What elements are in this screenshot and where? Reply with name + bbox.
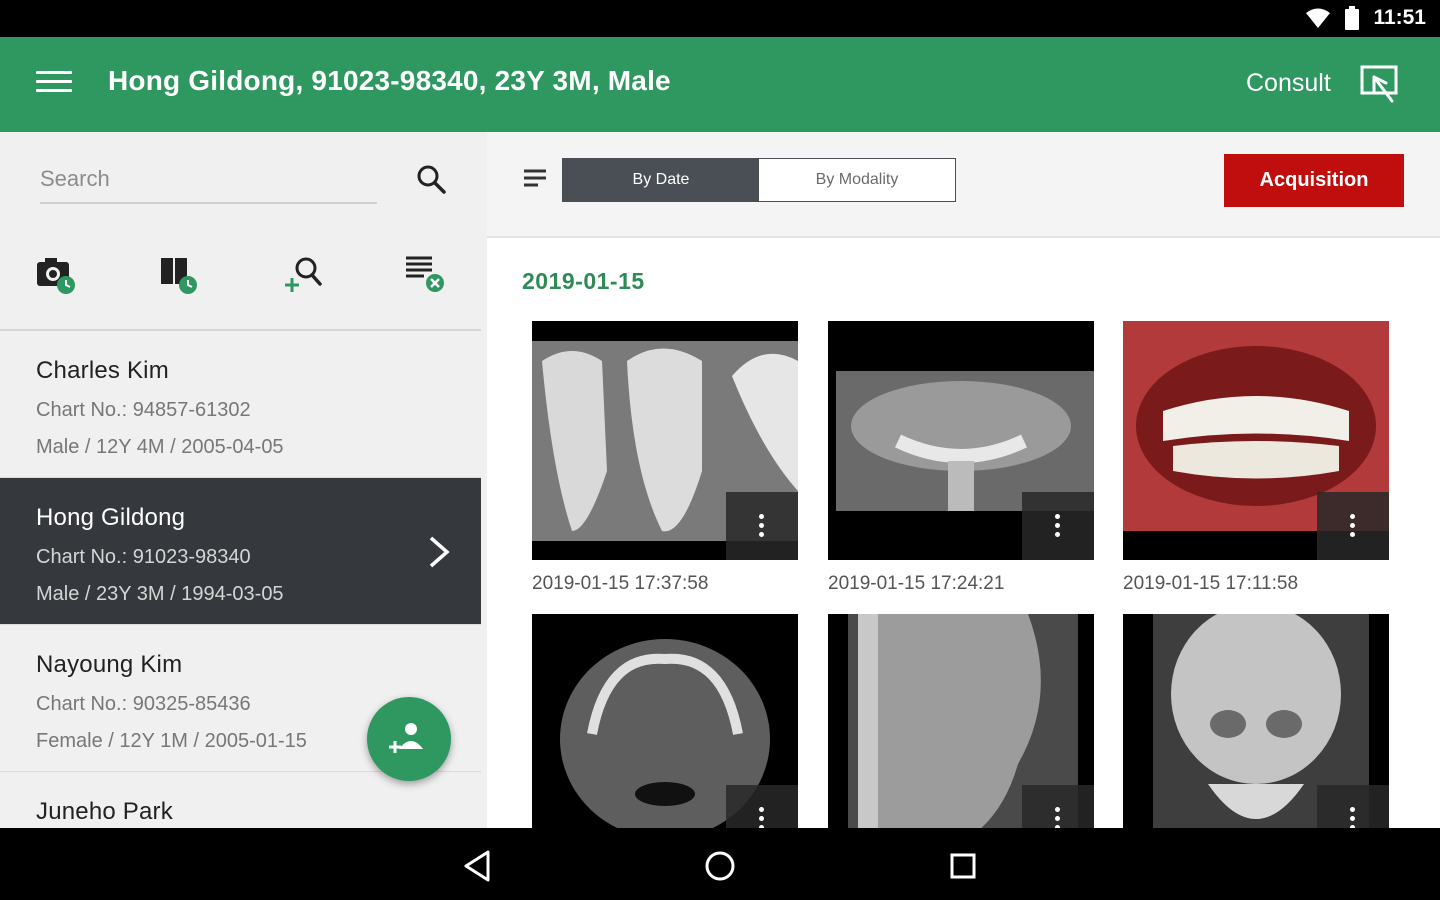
add-search-icon[interactable] — [282, 252, 330, 300]
add-patient-button[interactable] — [367, 697, 451, 781]
more-options-icon[interactable] — [1022, 492, 1094, 560]
patient-info: Male / 12Y 4M / 2005-04-05 — [36, 436, 284, 458]
patient-chart-no: Chart No.: 94857-61302 — [36, 399, 251, 421]
camera-clock-icon[interactable] — [34, 252, 82, 300]
more-options-icon[interactable] — [726, 492, 798, 560]
more-options-icon[interactable] — [726, 785, 798, 828]
image-thumbnail-cephalometric-frontal[interactable] — [1123, 614, 1389, 828]
back-icon[interactable] — [458, 846, 498, 886]
patient-item-selected[interactable]: Hong Gildong Chart No.: 91023-98340 Male… — [0, 478, 481, 625]
image-gallery-panel: By Date By Modality Acquisition 2019-01-… — [487, 132, 1440, 828]
patient-name: Charles Kim — [36, 357, 169, 384]
more-options-icon[interactable] — [1022, 785, 1094, 828]
toolbar — [0, 252, 480, 312]
view-toggle: By Date By Modality — [562, 158, 956, 202]
app-bar: Hong Gildong, 91023-98340, 23Y 3M, Male … — [0, 37, 1440, 132]
search-icon[interactable] — [414, 162, 448, 196]
image-caption: 2019-01-15 17:37:58 — [532, 573, 709, 594]
search-input[interactable] — [40, 166, 377, 192]
image-caption: 2019-01-15 17:24:21 — [828, 573, 1005, 594]
status-bar: 11:51 — [0, 0, 1440, 37]
by-date-tab[interactable]: By Date — [563, 159, 759, 201]
patient-info: Male / 23Y 3M / 1994-03-05 — [36, 583, 284, 605]
battery-icon — [1345, 6, 1360, 30]
more-options-icon[interactable] — [1317, 785, 1389, 828]
chevron-right-icon — [429, 536, 450, 568]
patient-item[interactable]: Charles Kim Chart No.: 94857-61302 Male … — [0, 331, 481, 478]
image-caption: 2019-01-15 17:11:58 — [1123, 573, 1299, 594]
patient-name: Hong Gildong — [36, 504, 186, 531]
home-icon[interactable] — [700, 846, 740, 886]
wifi-icon — [1306, 8, 1331, 28]
navigation-bar — [0, 828, 1440, 900]
clock: 11:51 — [1373, 6, 1426, 29]
book-clock-icon[interactable] — [157, 252, 205, 300]
recents-icon[interactable] — [943, 846, 983, 886]
add-person-icon — [389, 723, 423, 753]
date-group-label: 2019-01-15 — [522, 268, 645, 294]
image-thumbnail-intraoral-xray[interactable] — [532, 321, 798, 560]
consult-icon[interactable] — [1358, 63, 1402, 107]
list-remove-icon[interactable] — [404, 252, 452, 300]
menu-icon[interactable] — [36, 71, 72, 97]
consult-button[interactable]: Consult — [1246, 69, 1331, 98]
patient-name: Juneho Park — [36, 798, 173, 825]
acquisition-button[interactable]: Acquisition — [1224, 154, 1404, 207]
search-field — [40, 166, 377, 204]
by-modality-tab[interactable]: By Modality — [759, 159, 955, 201]
patient-name: Nayoung Kim — [36, 651, 183, 678]
more-options-icon[interactable] — [1317, 492, 1389, 560]
image-thumbnail-panoramic-xray[interactable] — [828, 321, 1094, 560]
image-thumbnail-ct-axial[interactable] — [532, 614, 798, 828]
sort-icon[interactable] — [523, 168, 547, 190]
patient-chart-no: Chart No.: 91023-98340 — [36, 546, 251, 568]
gallery-toolbar: By Date By Modality Acquisition — [487, 132, 1440, 238]
patient-title: Hong Gildong, 91023-98340, 23Y 3M, Male — [108, 65, 671, 96]
image-thumbnail-cephalometric-lateral[interactable] — [828, 614, 1094, 828]
image-thumbnail-intraoral-photo[interactable] — [1123, 321, 1389, 560]
